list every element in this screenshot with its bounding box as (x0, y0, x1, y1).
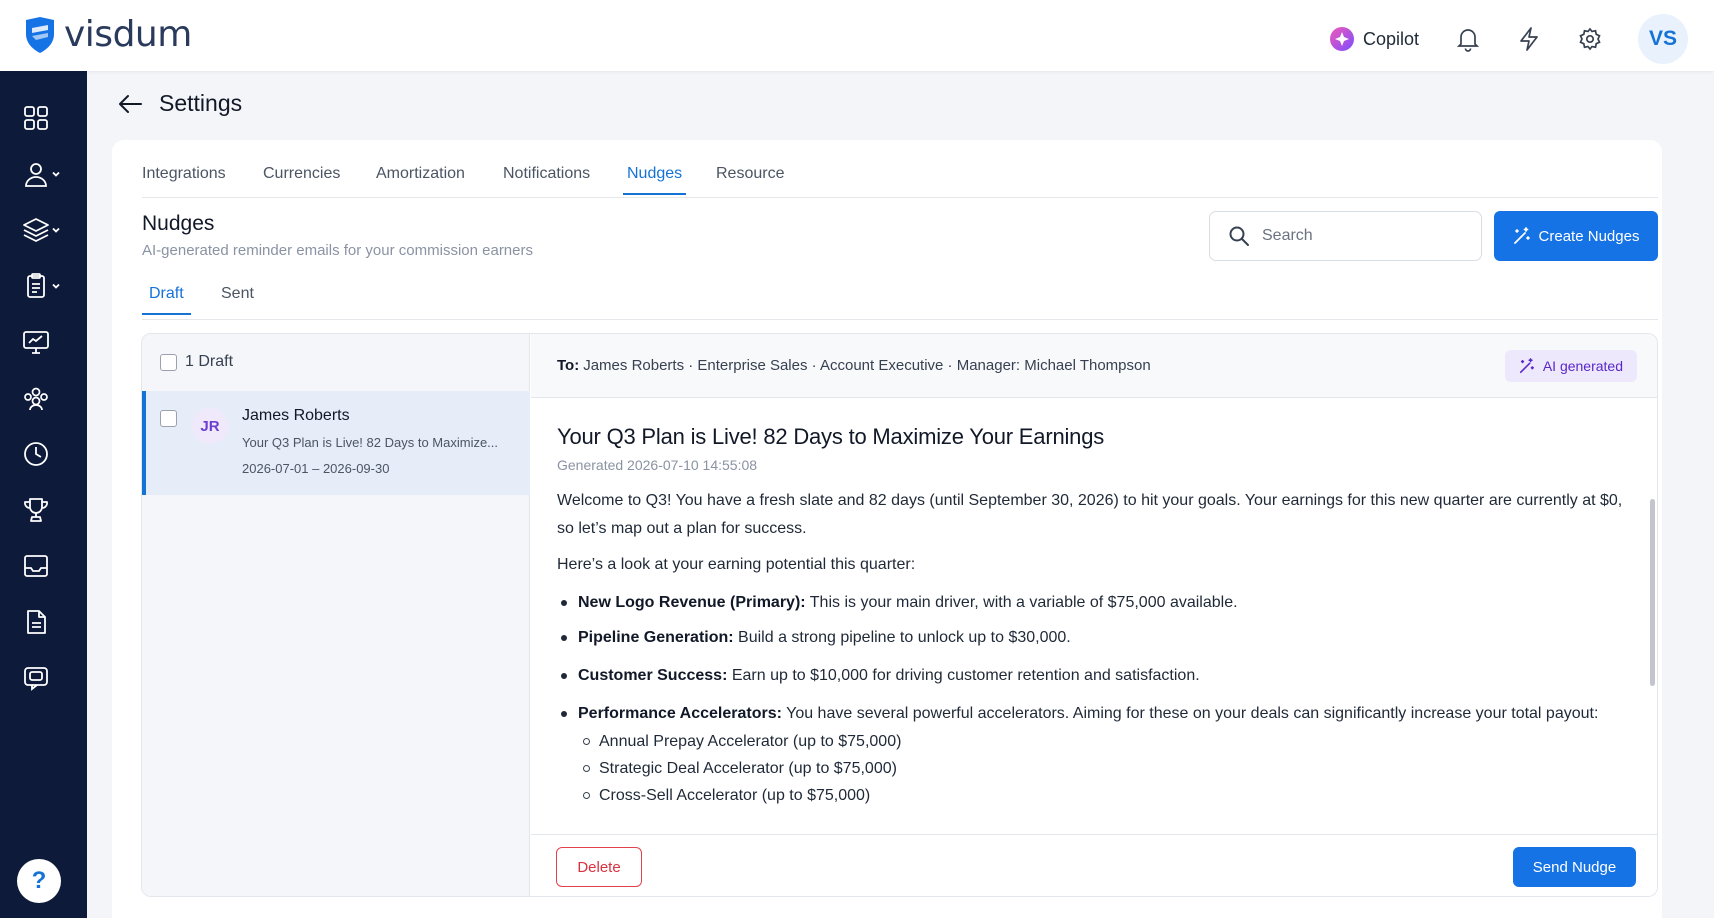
tab-integrations[interactable]: Integrations (142, 165, 226, 193)
recipient-name: James Roberts (242, 407, 350, 424)
magic-wand-icon (1513, 227, 1530, 244)
top-bar: visdum Copilot VS (0, 0, 1714, 71)
logo-shield-icon (26, 16, 54, 53)
sidebar-item-users[interactable] (22, 157, 72, 191)
tab-notifications[interactable]: Notifications (503, 165, 590, 193)
document-icon (27, 610, 46, 634)
section-title: Nudges (142, 212, 215, 235)
chevron-down-icon (52, 171, 60, 177)
monitor-chart-icon (23, 331, 49, 354)
bullet-text: Earn up to $10,000 for driving customer … (727, 667, 1200, 684)
bolt-icon[interactable] (1516, 26, 1542, 52)
create-nudges-label: Create Nudges (1538, 227, 1640, 245)
nudge-panel: 1 Draft JR James Roberts Your Q3 Plan is… (141, 333, 1658, 897)
sidebar-item-plans[interactable] (22, 213, 72, 247)
sidebar-item-inbox[interactable] (22, 549, 72, 583)
sidebar-item-documents[interactable] (22, 605, 72, 639)
create-nudges-button[interactable]: Create Nudges (1494, 211, 1658, 261)
email-intro: Welcome to Q3! You have a fresh slate an… (557, 492, 1623, 537)
logo-text: visdum (64, 14, 192, 55)
email-lead: Here’s a look at your earning potential … (557, 556, 916, 573)
tab-amortization[interactable]: Amortization (376, 165, 465, 193)
ai-generated-badge: AI generated (1504, 350, 1637, 382)
section-subtitle: AI-generated reminder emails for your co… (142, 242, 533, 259)
bullet-text: This is your main driver, with a variabl… (805, 594, 1238, 611)
bullet-bold: Pipeline Generation: (578, 629, 734, 646)
subject-preview: Your Q3 Plan is Live! 82 Days to Maximiz… (242, 435, 499, 450)
sidebar-item-teams[interactable] (22, 381, 72, 415)
avatar: JR (192, 408, 228, 444)
nudge-list: 1 Draft JR James Roberts Your Q3 Plan is… (142, 334, 530, 896)
email-body[interactable]: Your Q3 Plan is Live! 82 Days to Maximiz… (531, 399, 1657, 833)
page-header: Settings (117, 90, 242, 117)
recipient-info: James Roberts · Enterprise Sales · Accou… (583, 357, 1151, 374)
clipboard-icon (27, 273, 45, 298)
delete-button[interactable]: Delete (556, 847, 642, 887)
scrollbar-thumb[interactable] (1650, 499, 1655, 686)
copilot-label: Copilot (1362, 28, 1419, 49)
tab-nudges[interactable]: Nudges (623, 165, 687, 195)
nudge-status-tabs: Draft Sent (142, 280, 1658, 320)
user-icon (25, 163, 47, 187)
recipient-bar: To: James Roberts · Enterprise Sales · A… (531, 334, 1657, 398)
bullet-bold: New Logo Revenue (Primary): (578, 594, 806, 611)
layers-icon (23, 218, 49, 242)
bullet-bold: Performance Accelerators: (578, 705, 782, 722)
to-label: To: (557, 357, 580, 374)
settings-tabs: Integrations Currencies Amortization Not… (142, 155, 1658, 198)
team-icon (24, 387, 48, 411)
tab-resource[interactable]: Resource (716, 165, 784, 193)
back-arrow-icon[interactable] (117, 93, 143, 115)
detail-footer: Delete Send Nudge (531, 834, 1657, 896)
sidebar-item-reports[interactable] (22, 269, 72, 303)
gear-icon[interactable] (1577, 26, 1603, 52)
trophy-icon (24, 498, 48, 522)
tab-draft[interactable]: Draft (142, 285, 191, 315)
search-input[interactable] (1262, 227, 1462, 245)
chat-bot-icon (24, 667, 48, 691)
sub-bullet-text: Cross-Sell Accelerator (up to $75,000) (599, 787, 871, 804)
chevron-down-icon (52, 227, 60, 233)
top-actions: Copilot VS (1329, 14, 1688, 64)
inbox-icon (24, 555, 48, 577)
chevron-down-icon (52, 283, 60, 289)
generated-timestamp: Generated 2026-07-10 14:55:08 (557, 457, 758, 473)
bullet-text: Build a strong pipeline to unlock up to … (733, 629, 1071, 646)
magic-wand-icon (1519, 358, 1534, 374)
tab-sent[interactable]: Sent (221, 285, 254, 313)
sub-bullet-text: Annual Prepay Accelerator (up to $75,000… (599, 733, 902, 750)
search-box[interactable] (1209, 211, 1482, 261)
clock-icon (24, 442, 48, 466)
email-subject: Your Q3 Plan is Live! 82 Days to Maximiz… (557, 424, 1105, 449)
sidebar-item-dashboard[interactable] (22, 101, 72, 135)
copilot-button[interactable]: Copilot (1329, 26, 1419, 52)
search-icon (1229, 226, 1249, 246)
sidebar-item-support[interactable] (22, 661, 72, 695)
copilot-icon (1329, 27, 1354, 51)
sidebar-item-leaderboard[interactable] (22, 493, 72, 527)
sidebar-item-history[interactable] (22, 437, 72, 471)
draft-count: 1 Draft (185, 353, 234, 370)
list-item[interactable]: JR James Roberts Your Q3 Plan is Live! 8… (142, 391, 530, 495)
tab-currencies[interactable]: Currencies (263, 165, 340, 193)
send-nudge-button[interactable]: Send Nudge (1513, 847, 1636, 887)
sub-bullet-text: Strategic Deal Accelerator (up to $75,00… (599, 760, 897, 777)
help-button[interactable]: ? (17, 859, 61, 903)
ai-badge-label: AI generated (1542, 358, 1623, 374)
sidebar-item-monitor[interactable] (22, 325, 72, 359)
user-avatar[interactable]: VS (1638, 14, 1688, 64)
logo[interactable]: visdum (24, 14, 192, 55)
bell-icon[interactable] (1455, 26, 1481, 52)
nudge-detail: To: James Roberts · Enterprise Sales · A… (531, 334, 1657, 896)
sidebar (0, 71, 87, 918)
select-all-checkbox[interactable] (160, 353, 177, 371)
bullet-text: You have several powerful accelerators. … (781, 705, 1599, 722)
grid-icon (24, 106, 48, 130)
page-title: Settings (159, 90, 243, 116)
bullet-bold: Customer Success: (578, 667, 728, 684)
list-header: 1 Draft (142, 334, 530, 390)
plan-period: 2026-07-01 – 2026-09-30 (242, 461, 390, 476)
item-checkbox[interactable] (160, 410, 177, 427)
